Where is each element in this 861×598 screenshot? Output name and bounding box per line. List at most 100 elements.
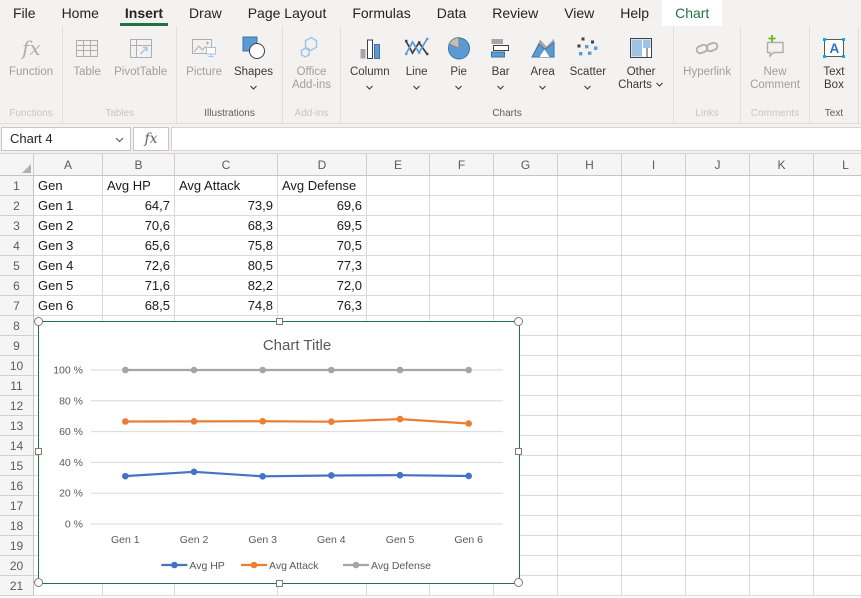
cell-G4[interactable] [494,236,558,256]
row-header-9[interactable]: 9 [0,336,34,356]
cell-G7[interactable] [494,296,558,316]
cell-G6[interactable] [494,276,558,296]
column-header-a[interactable]: A [34,154,103,176]
cell-A3[interactable]: Gen 2 [34,216,103,236]
cell-K16[interactable] [750,476,814,496]
formula-input[interactable] [171,127,861,151]
series-marker-avg-defense[interactable] [465,367,472,374]
cell-L15[interactable] [814,456,861,476]
cell-L20[interactable] [814,556,861,576]
cell-L12[interactable] [814,396,861,416]
chevron-down-icon[interactable] [115,131,130,146]
cell-H5[interactable] [558,256,622,276]
row-header-16[interactable]: 16 [0,476,34,496]
cell-I18[interactable] [622,516,686,536]
cell-K15[interactable] [750,456,814,476]
ribbon-button-text-box[interactable]: AText Box [813,26,855,92]
cell-I12[interactable] [622,396,686,416]
cell-L14[interactable] [814,436,861,456]
cell-L4[interactable] [814,236,861,256]
cell-I19[interactable] [622,536,686,556]
cell-A2[interactable]: Gen 1 [34,196,103,216]
selection-handle-corner-1[interactable] [514,317,523,326]
cell-J20[interactable] [686,556,750,576]
cell-J16[interactable] [686,476,750,496]
cell-L3[interactable] [814,216,861,236]
cell-F7[interactable] [430,296,494,316]
cell-I14[interactable] [622,436,686,456]
series-marker-avg-hp[interactable] [191,469,198,476]
cell-A1[interactable]: Gen [34,176,103,196]
cell-H13[interactable] [558,416,622,436]
cell-J7[interactable] [686,296,750,316]
cell-L6[interactable] [814,276,861,296]
cell-D1[interactable]: Avg Defense [278,176,367,196]
cell-K13[interactable] [750,416,814,436]
cell-J5[interactable] [686,256,750,276]
cell-H11[interactable] [558,376,622,396]
cell-L7[interactable] [814,296,861,316]
cell-L1[interactable] [814,176,861,196]
cell-J6[interactable] [686,276,750,296]
cell-J18[interactable] [686,516,750,536]
cell-F1[interactable] [430,176,494,196]
cell-H18[interactable] [558,516,622,536]
cell-L5[interactable] [814,256,861,276]
cell-L10[interactable] [814,356,861,376]
cell-E4[interactable] [367,236,430,256]
cell-K20[interactable] [750,556,814,576]
cell-B2[interactable]: 64,7 [103,196,175,216]
selection-handle-corner-2[interactable] [34,578,43,587]
cell-J10[interactable] [686,356,750,376]
series-line-avg-attack[interactable] [125,419,468,423]
cell-I15[interactable] [622,456,686,476]
cell-F6[interactable] [430,276,494,296]
cell-E6[interactable] [367,276,430,296]
cell-I10[interactable] [622,356,686,376]
series-marker-avg-defense[interactable] [397,367,404,374]
ribbon-button-line[interactable]: Line [396,26,438,95]
cell-I3[interactable] [622,216,686,236]
cell-L21[interactable] [814,576,861,596]
cell-E1[interactable] [367,176,430,196]
row-header-14[interactable]: 14 [0,436,34,456]
cell-B1[interactable]: Avg HP [103,176,175,196]
cell-C4[interactable]: 75,8 [175,236,278,256]
row-header-17[interactable]: 17 [0,496,34,516]
row-header-3[interactable]: 3 [0,216,34,236]
cell-I20[interactable] [622,556,686,576]
cell-J15[interactable] [686,456,750,476]
series-marker-avg-hp[interactable] [122,473,129,480]
ribbon-button-bar[interactable]: Bar [480,26,522,95]
cell-L19[interactable] [814,536,861,556]
column-header-c[interactable]: C [175,154,278,176]
cell-D3[interactable]: 69,5 [278,216,367,236]
cell-C2[interactable]: 73,9 [175,196,278,216]
row-header-18[interactable]: 18 [0,516,34,536]
cell-K2[interactable] [750,196,814,216]
tab-insert[interactable]: Insert [112,0,176,26]
cell-K5[interactable] [750,256,814,276]
cell-A4[interactable]: Gen 3 [34,236,103,256]
cell-I16[interactable] [622,476,686,496]
cell-H1[interactable] [558,176,622,196]
cell-H8[interactable] [558,316,622,336]
ribbon-button-shapes[interactable]: Shapes [228,26,279,95]
row-header-8[interactable]: 8 [0,316,34,336]
series-marker-avg-attack[interactable] [122,418,129,425]
column-header-e[interactable]: E [367,154,430,176]
chart-title[interactable]: Chart Title [263,337,331,354]
selection-handle-corner-3[interactable] [514,578,523,587]
cell-J12[interactable] [686,396,750,416]
cell-K10[interactable] [750,356,814,376]
select-all-corner[interactable] [0,154,34,176]
cell-B7[interactable]: 68,5 [103,296,175,316]
cell-H16[interactable] [558,476,622,496]
column-header-b[interactable]: B [103,154,175,176]
cell-J8[interactable] [686,316,750,336]
selection-handle-corner-0[interactable] [34,317,43,326]
cell-H9[interactable] [558,336,622,356]
cell-F2[interactable] [430,196,494,216]
series-marker-avg-hp[interactable] [397,472,404,479]
name-box[interactable]: Chart 4 [1,127,131,151]
